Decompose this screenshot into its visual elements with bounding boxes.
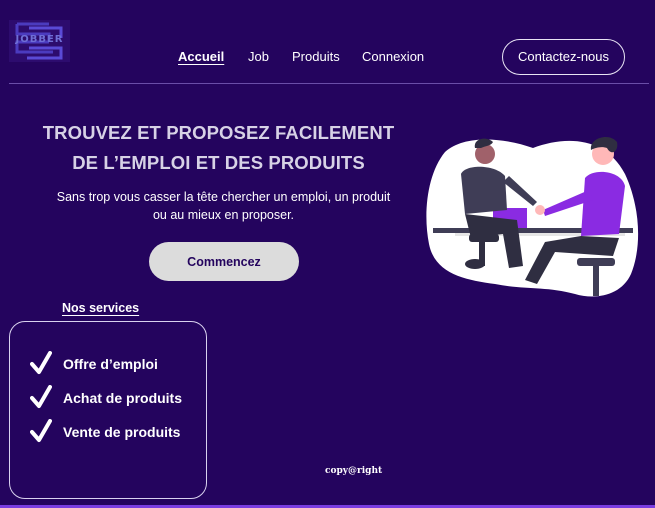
- logo[interactable]: JOBBER: [9, 20, 70, 62]
- services-title[interactable]: Nos services: [62, 301, 139, 315]
- hero-title-line-2: DE L’EMPLOI ET DES PRODUITS: [72, 152, 365, 173]
- check-icon: [30, 419, 52, 442]
- nav-item-job[interactable]: Job: [248, 49, 269, 64]
- logo-text: JOBBER: [15, 34, 64, 45]
- page: JOBBER Accueil Job Produits Connexion Co…: [0, 0, 655, 508]
- hero-subtitle: Sans trop vous casser la tête chercher u…: [56, 190, 391, 222]
- service-label: Achat de produits: [63, 390, 183, 406]
- header-divider: [9, 83, 649, 84]
- contact-button[interactable]: Contactez-nous: [502, 39, 625, 75]
- handshake-illustration: [426, 136, 639, 297]
- service-label: Vente de produits: [63, 424, 181, 440]
- nav-item-produits[interactable]: Produits: [292, 49, 340, 64]
- check-icon: [30, 385, 52, 408]
- service-label: Offre d’emploi: [63, 356, 158, 372]
- nav-item-connexion[interactable]: Connexion: [362, 49, 424, 64]
- check-icon: [30, 351, 52, 374]
- nav-item-accueil[interactable]: Accueil: [178, 49, 224, 64]
- hero-title-line-1: TROUVEZ ET PROPOSEZ FACILEMENT: [42, 122, 395, 143]
- services-box: Offre d’emploi Achat de produits Vente d…: [9, 321, 207, 499]
- copyright-text: copy@right: [325, 466, 383, 476]
- hero-title: TROUVEZ ET PROPOSEZ FACILEMENT DE L’EMPL…: [20, 118, 417, 178]
- start-button[interactable]: Commencez: [149, 242, 299, 281]
